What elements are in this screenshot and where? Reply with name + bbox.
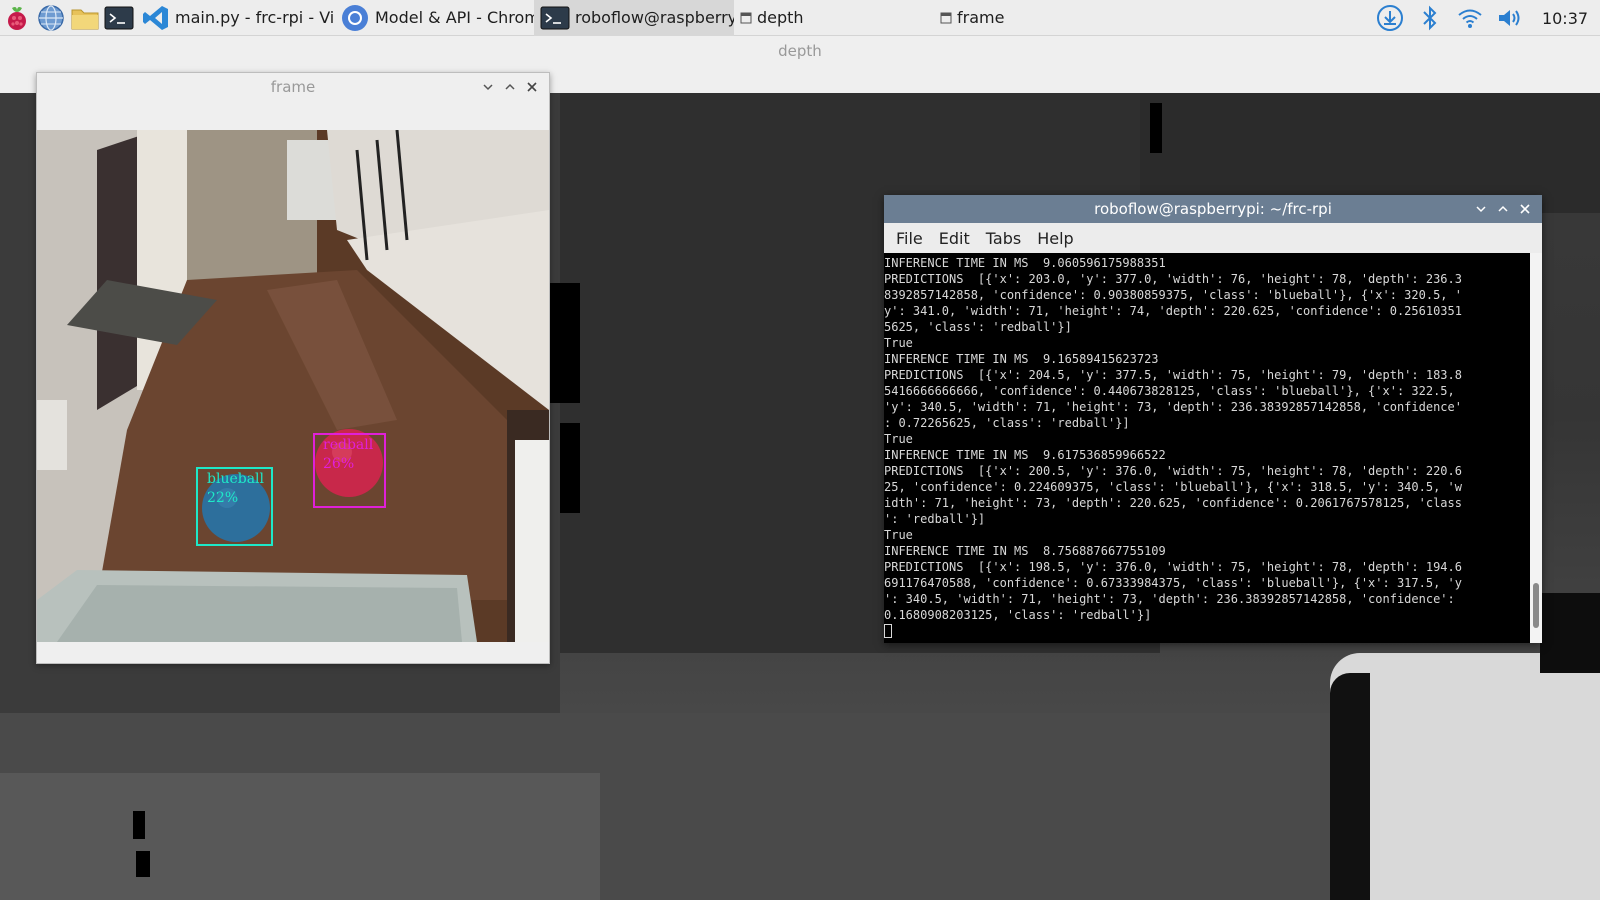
terminal-output[interactable]: INFERENCE TIME IN MS 9.060596175988351 PR… [884, 253, 1530, 643]
clock[interactable]: 10:37 [1530, 9, 1600, 28]
volume-tray-button[interactable] [1490, 0, 1530, 36]
close-button[interactable] [1514, 198, 1536, 220]
terminal-line: ': 340.5, 'width': 71, 'height': 73, 'de… [884, 592, 1455, 606]
bluetooth-icon [1423, 5, 1437, 31]
detection-confidence: 26% [323, 456, 355, 472]
task-label: main.py - frc-rpi - Vis... [175, 8, 334, 27]
raspberry-pi-menu-icon [8, 6, 26, 30]
terminal-line: 0.1680908203125, 'class': 'redball'}] [884, 608, 1152, 622]
minimize-button[interactable] [1470, 198, 1492, 220]
menu-edit[interactable]: Edit [931, 229, 978, 248]
frame-window[interactable]: frame blueball 22% redball 26% [36, 72, 550, 664]
terminal-titlebar[interactable]: roboflow@raspberrypi: ~/frc-rpi [884, 195, 1542, 223]
terminal-line: 8392857142858, 'confidence': 0.903808593… [884, 288, 1462, 302]
terminal-icon [540, 5, 570, 31]
task-label: Model & API - Chromi... [375, 8, 534, 27]
download-icon [1377, 5, 1403, 31]
window-title: frame [270, 77, 316, 96]
terminal-line: INFERENCE TIME IN MS 9.060596175988351 [884, 256, 1166, 270]
camera-scene [37, 130, 549, 642]
terminal-line: y': 341.0, 'width': 71, 'height': 74, 'd… [884, 304, 1462, 318]
terminal-line: 691176470588, 'confidence': 0.6733398437… [884, 576, 1462, 590]
terminal-line: PREDICTIONS [{'x': 203.0, 'y': 377.0, 'w… [884, 272, 1462, 286]
terminal-launcher[interactable] [102, 0, 136, 36]
terminal-prompt[interactable] [884, 623, 1530, 639]
terminal-line: True [884, 528, 913, 542]
task-label: frame [957, 8, 1005, 27]
web-browser-icon [38, 4, 64, 31]
detection-label-blueball: blueball 22% [207, 470, 264, 508]
bluetooth-tray-button[interactable] [1410, 0, 1450, 36]
window-title: depth [778, 42, 822, 60]
terminal-window[interactable]: roboflow@raspberrypi: ~/frc-rpi File Edi… [884, 195, 1542, 643]
raspberry-pi-menu-button[interactable] [0, 0, 34, 36]
close-icon [1520, 204, 1530, 214]
chromium-icon [340, 3, 370, 33]
maximize-button[interactable] [499, 76, 521, 98]
taskbar: main.py - frc-rpi - Vis... Model & API -… [0, 0, 1600, 36]
terminal-line: True [884, 432, 913, 446]
task-chromium[interactable]: Model & API - Chromi... [334, 0, 534, 36]
terminal-line: ': 'redball'}] [884, 512, 986, 526]
terminal-line: PREDICTIONS [{'x': 198.5, 'y': 376.0, 'w… [884, 560, 1462, 574]
close-button[interactable] [521, 76, 543, 98]
camera-frame-image: blueball 22% redball 26% [37, 130, 549, 642]
wifi-icon [1458, 9, 1482, 28]
terminal-line: idth': 71, 'height': 73, 'depth': 220.62… [884, 496, 1462, 510]
web-browser-launcher[interactable] [34, 0, 68, 36]
maximize-icon [505, 83, 515, 90]
task-vscode[interactable]: main.py - frc-rpi - Vis... [136, 0, 334, 36]
minimize-icon [483, 83, 493, 90]
detection-class: blueball [207, 471, 265, 487]
detection-label-redball: redball 26% [323, 436, 373, 474]
wifi-tray-button[interactable] [1450, 0, 1490, 36]
file-manager-icon [71, 9, 99, 29]
minimize-icon [1476, 206, 1486, 213]
frame-titlebar[interactable]: frame [37, 73, 549, 100]
terminal-line: 5416666666666, 'confidence': 0.440673828… [884, 384, 1455, 398]
terminal-line: INFERENCE TIME IN MS 9.16589415623723 [884, 352, 1159, 366]
menu-file[interactable]: File [888, 229, 931, 248]
maximize-icon [1498, 205, 1508, 212]
terminal-line: PREDICTIONS [{'x': 204.5, 'y': 377.5, 'w… [884, 368, 1462, 382]
terminal-line: 5625, 'class': 'redball'}] [884, 320, 1072, 334]
window-icon [740, 12, 752, 24]
task-depth[interactable]: depth [734, 0, 934, 36]
menu-tabs[interactable]: Tabs [978, 229, 1029, 248]
vscode-icon [142, 4, 170, 32]
terminal-line: PREDICTIONS [{'x': 200.5, 'y': 376.0, 'w… [884, 464, 1462, 478]
task-label: roboflow@raspberry... [575, 8, 734, 27]
terminal-line: True [884, 336, 913, 350]
menu-help[interactable]: Help [1029, 229, 1081, 248]
detection-class: redball [323, 437, 374, 453]
detection-confidence: 22% [207, 490, 239, 506]
task-terminal[interactable]: roboflow@raspberry... [534, 0, 734, 36]
window-icon [940, 12, 952, 24]
terminal-menubar: File Edit Tabs Help [884, 223, 1542, 253]
terminal-line: INFERENCE TIME IN MS 8.756887667755109 [884, 544, 1166, 558]
task-frame[interactable]: frame [934, 0, 1134, 36]
terminal-line: INFERENCE TIME IN MS 9.617536859966522 [884, 448, 1166, 462]
download-tray-button[interactable] [1370, 0, 1410, 36]
close-icon [527, 81, 537, 92]
text-cursor [884, 624, 892, 638]
window-title: roboflow@raspberrypi: ~/frc-rpi [1094, 200, 1332, 218]
terminal-line: 25, 'confidence': 0.224609375, 'class': … [884, 480, 1462, 494]
file-manager-launcher[interactable] [68, 0, 102, 36]
terminal-icon [104, 6, 134, 29]
terminal-line: 'y': 340.5, 'width': 71, 'height': 73, '… [884, 400, 1462, 414]
terminal-scrollbar[interactable] [1530, 253, 1542, 643]
terminal-line: : 0.72265625, 'class': 'redball'}] [884, 416, 1130, 430]
maximize-button[interactable] [1492, 198, 1514, 220]
task-label: depth [757, 8, 804, 27]
scrollbar-thumb[interactable] [1533, 583, 1539, 628]
minimize-button[interactable] [477, 76, 499, 98]
volume-icon [1499, 10, 1520, 26]
